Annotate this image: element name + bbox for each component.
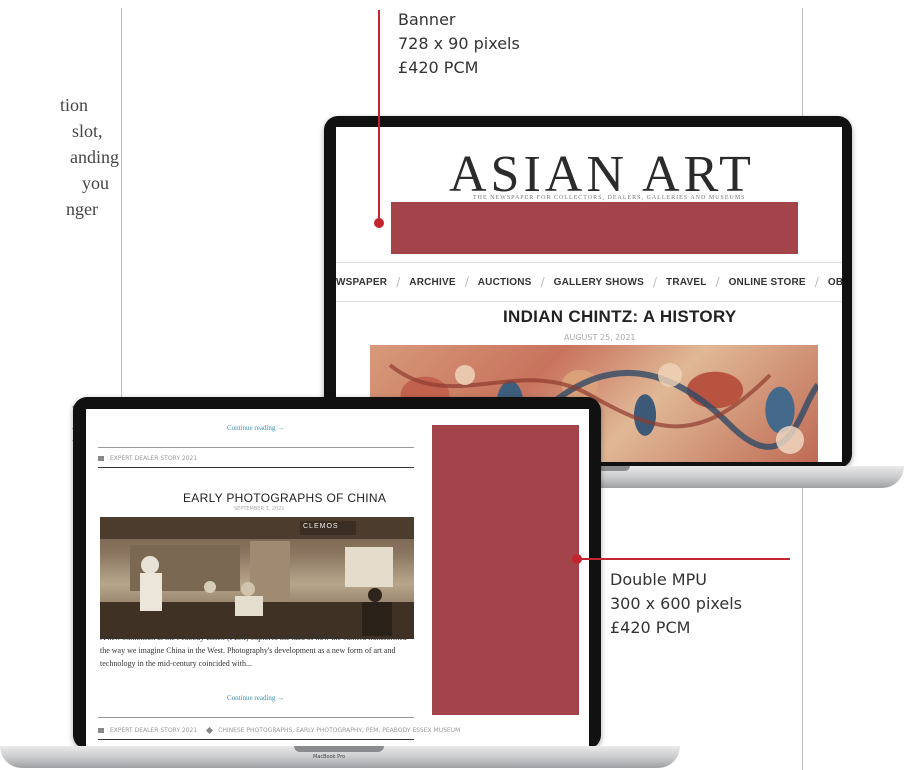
early-photograph-image[interactable]: CLEMOS — [100, 517, 414, 639]
nav-separator: / — [540, 275, 545, 289]
tags-link[interactable]: CHINESE PHOTOGRAPHS, EARLY PHOTOGRAPHY, … — [218, 727, 460, 734]
divider — [98, 467, 414, 468]
nav-item-object-of-the-month[interactable]: OBJECT OF THE MONTH — [828, 277, 842, 288]
banner-pointer-dot — [374, 218, 384, 228]
banner-label: Banner — [398, 10, 456, 29]
category-link[interactable]: EXPERT DEALER STORY 2021 — [110, 455, 197, 462]
folder-icon — [98, 728, 104, 733]
article-date: SEPTEMBER 3, 2021 — [234, 506, 285, 512]
mpu-price: £420 PCM — [610, 618, 691, 637]
left-intro-line: you — [82, 173, 109, 193]
nav-item-newspaper[interactable]: WSPAPER — [336, 277, 387, 288]
post-meta-bottom: EXPERT DEALER STORY 2021 CHINESE PHOTOGR… — [98, 726, 460, 735]
nav-item-online-store[interactable]: ONLINE STORE — [729, 277, 806, 288]
post-meta-top: EXPERT DEALER STORY 2021 — [98, 455, 197, 462]
left-intro-line: nger — [66, 199, 98, 219]
shop-sign: CLEMOS — [303, 523, 339, 530]
nav-item-archive[interactable]: ARCHIVE — [409, 277, 455, 288]
continue-reading-link-top[interactable]: Continue reading → — [227, 424, 284, 432]
mpu-size: 300 x 600 pixels — [610, 594, 743, 613]
mpu-annotation: Double MPU 300 x 600 pixels £420 PCM — [610, 568, 742, 640]
divider — [98, 717, 414, 718]
article-headline[interactable]: EARLY PHOTOGRAPHS OF CHINA — [183, 491, 386, 505]
nav-separator: / — [814, 275, 819, 289]
nav-item-gallery-shows[interactable]: GALLERY SHOWS — [554, 277, 644, 288]
nav-item-travel[interactable]: TRAVEL — [666, 277, 706, 288]
tag-icon — [206, 726, 214, 735]
left-intro-line: anding — [70, 147, 119, 167]
site-tagline: THE NEWSPAPER FOR COLLECTORS, DEALERS, G… — [473, 195, 746, 201]
left-intro-text: tion slot, anding you nger — [0, 92, 119, 222]
nav-separator: / — [715, 275, 720, 289]
folder-icon — [98, 456, 104, 461]
column-guide-left — [121, 8, 122, 403]
nav-separator: / — [464, 275, 469, 289]
mpu-label: Double MPU — [610, 570, 707, 589]
category-link[interactable]: EXPERT DEALER STORY 2021 — [110, 727, 197, 734]
nav-separator: / — [396, 275, 401, 289]
article-excerpt: A new exhibition at the Peabody Essex (P… — [100, 633, 407, 668]
article-headline[interactable]: INDIAN CHINTZ: A HISTORY — [503, 307, 737, 327]
banner-price: £420 PCM — [398, 58, 479, 77]
nav-item-auctions[interactable]: AUCTIONS — [478, 277, 532, 288]
mpu-pointer-line — [578, 558, 790, 560]
banner-pointer-line — [378, 10, 380, 223]
article-date: AUGUST 25, 2021 — [564, 333, 636, 342]
left-intro-line: slot, — [72, 121, 103, 141]
divider — [98, 739, 414, 740]
banner-ad-placeholder[interactable] — [391, 202, 798, 254]
front-laptop-notch — [294, 746, 384, 752]
nav-separator: / — [653, 275, 658, 289]
device-label: MacBook Pro — [313, 754, 346, 760]
double-mpu-ad-placeholder[interactable] — [432, 425, 579, 715]
continue-reading-link-bottom[interactable]: Continue reading → — [227, 694, 284, 702]
banner-annotation: Banner 728 x 90 pixels £420 PCM — [398, 8, 520, 80]
divider — [98, 447, 414, 448]
left-intro-line: tion — [60, 95, 89, 115]
main-nav: WSPAPER / ARCHIVE / AUCTIONS / GALLERY S… — [336, 262, 842, 302]
banner-size: 728 x 90 pixels — [398, 34, 520, 53]
